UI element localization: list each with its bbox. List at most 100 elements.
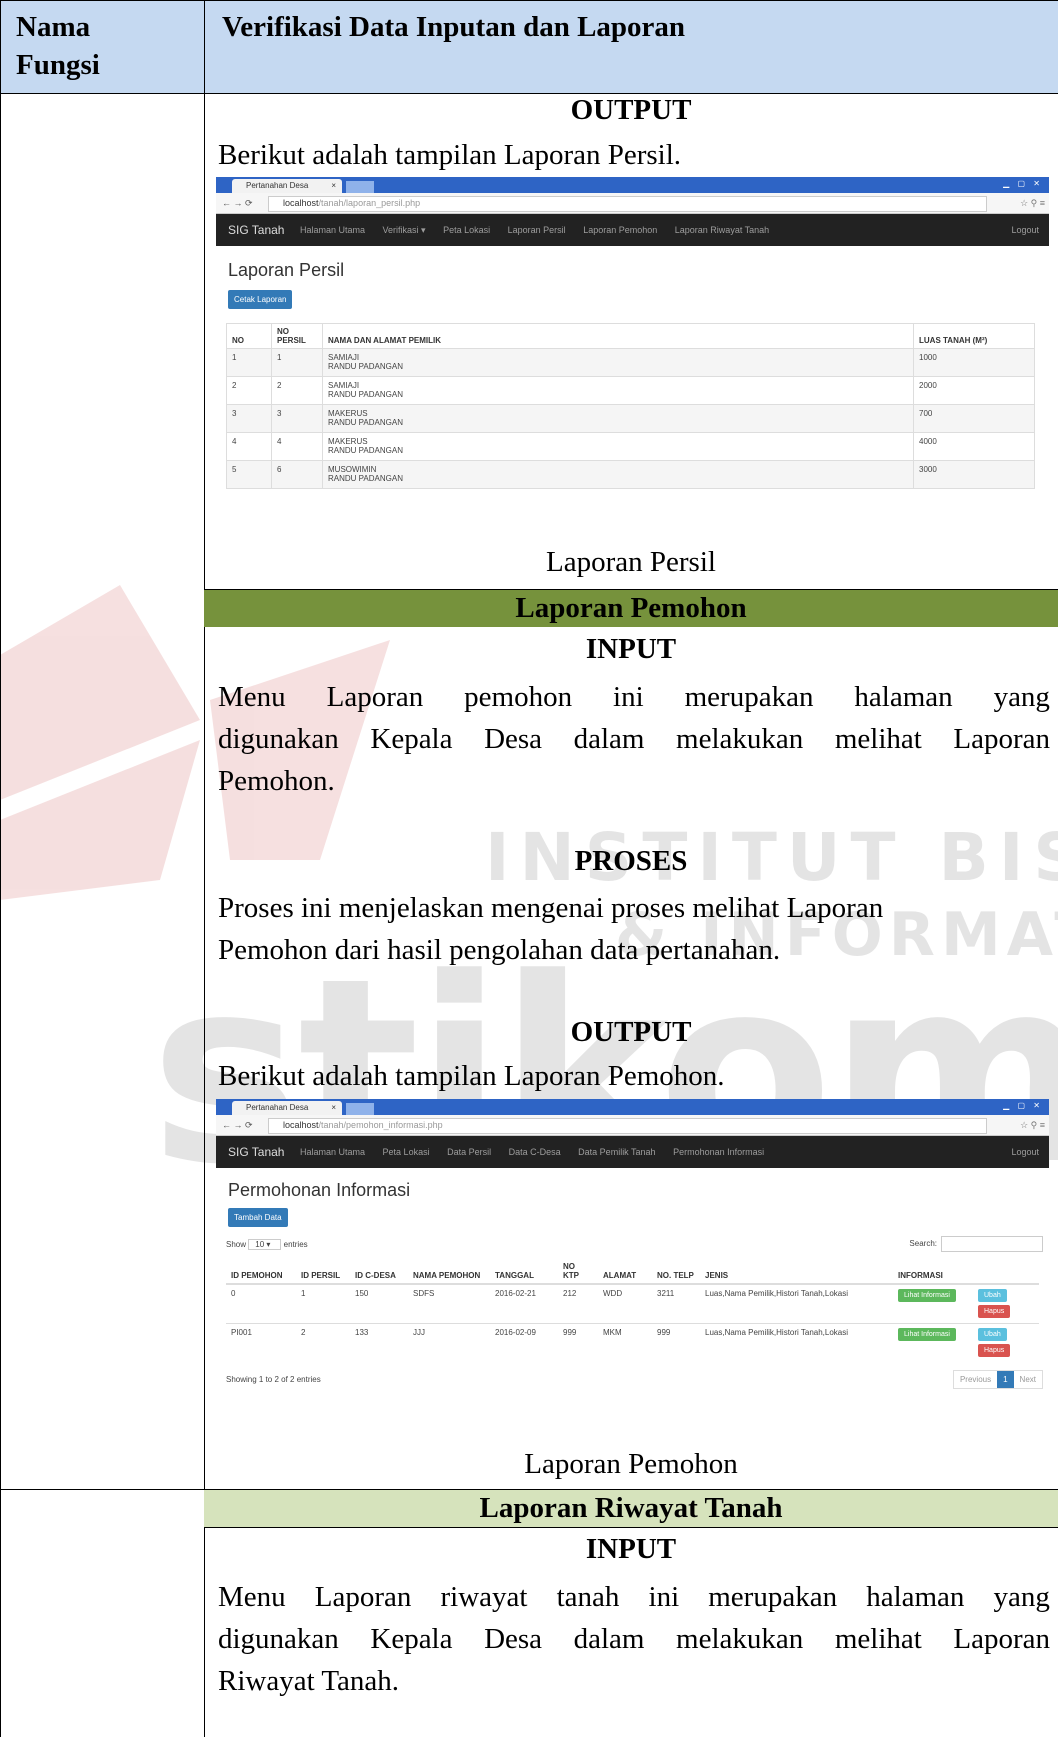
paragraph-line: Pemohon dari hasil pengolahan data perta…	[218, 934, 781, 966]
app-brand: SIG Tanah	[228, 1145, 285, 1159]
col-actions	[973, 1259, 1039, 1285]
tab-close-icon: ×	[331, 1103, 336, 1112]
word: riwayat	[440, 1581, 528, 1613]
col-no-ktp: NO KTP	[558, 1259, 598, 1285]
table-row: 5 6 MUSOWIMIN RANDU PADANGAN 3000	[226, 460, 1035, 489]
lihat-informasi-button: Lihat Informasi	[898, 1328, 956, 1341]
document-table: Nama Fungsi Verifikasi Data Inputan dan …	[0, 0, 1058, 1737]
browser-titlebar: Pertanahan Desa × ▁ ▢ ✕	[216, 177, 1049, 193]
table-row: 2 2 SAMIAJI RANDU PADANGAN 2000	[226, 376, 1035, 405]
header-nama-label: Nama Fungsi	[16, 8, 100, 84]
cell-luas: 2000	[913, 376, 1035, 405]
cell-telp: 999	[652, 1323, 700, 1362]
paragraph-line: Riwayat Tanah.	[218, 1665, 400, 1697]
nav-arrows-icon: ← → ⟳	[222, 198, 253, 208]
ubah-button: Ubah	[978, 1289, 1007, 1302]
word: Laporan	[314, 1581, 412, 1613]
app-navbar: SIG Tanah Halaman Utama Verifikasi ▾ Pet…	[216, 214, 1049, 246]
word: digunakan	[218, 1623, 339, 1655]
riwayat-input-paragraph: Menu Laporan riwayat tanah ini merupakan…	[218, 1576, 1050, 1702]
window-controls: ▁ ▢ ✕	[1003, 179, 1043, 188]
word: melihat	[834, 723, 922, 755]
cell-no: 4	[226, 432, 272, 461]
word: melakukan	[676, 723, 804, 755]
word: Desa	[484, 723, 543, 755]
nav-item-laporan-riwayat: Laporan Riwayat Tanah	[674, 225, 770, 235]
word: melihat	[834, 1623, 922, 1655]
cell-nama-alamat: MAKERUS RANDU PADANGAN	[322, 432, 914, 461]
browser-tab: Pertanahan Desa ×	[232, 179, 342, 193]
table-row: 1 1 SAMIAJI RANDU PADANGAN 1000	[226, 348, 1035, 377]
cell-cdesa: 150	[350, 1283, 408, 1324]
word: Kepala	[370, 723, 453, 755]
app-nav-items: Halaman Utama Peta Lokasi Data Persil Da…	[300, 1136, 779, 1168]
cell-alamat: RANDU PADANGAN	[328, 390, 403, 399]
cell-nama: MAKERUS	[328, 437, 368, 446]
entries-label: entries	[283, 1240, 308, 1249]
col-jenis: JENIS	[700, 1259, 893, 1285]
window-controls: ▁ ▢ ✕	[1003, 1101, 1043, 1110]
browser-tab: Pertanahan Desa ×	[232, 1101, 342, 1115]
word: halaman	[866, 1581, 965, 1613]
cell-informasi: Lihat Informasi	[893, 1283, 973, 1324]
word: Laporan	[953, 723, 1050, 755]
cell-tanggal: 2016-02-09	[490, 1323, 558, 1362]
table-row: 4 4 MAKERUS RANDU PADANGAN 4000	[226, 432, 1035, 461]
cell-no: 3	[226, 404, 272, 433]
entries-info: Showing 1 to 2 of 2 entries	[226, 1375, 321, 1384]
cell-nama: JJJ	[408, 1323, 490, 1362]
app-nav-items: Halaman Utama Verifikasi ▾ Peta Lokasi L…	[300, 214, 784, 246]
col-tanggal: TANGGAL	[490, 1259, 558, 1285]
persil-output-intro: Berikut adalah tampilan Laporan Persil.	[218, 139, 682, 171]
col-id-c-desa: ID C-DESA	[350, 1259, 408, 1285]
browser-addressbar: ← → ⟳ localhost/tanah/pemohon_informasi.…	[216, 1115, 1049, 1136]
persil-table-header: NO NO PERSIL NAMA DAN ALAMAT PEMILIK LUA…	[226, 323, 1035, 349]
word: merupakan	[684, 681, 814, 713]
paragraph-line: digunakan Kepala Desa dalam melakukan me…	[218, 718, 1050, 760]
table-border-top	[0, 0, 1058, 1]
cell-jenis: Luas,Nama Pemilik,Histori Tanah,Lokasi	[700, 1283, 893, 1324]
word: ini	[648, 1581, 680, 1613]
cell-alamat: RANDU PADANGAN	[328, 446, 403, 455]
url-field: localhost/tanah/laporan_persil.php	[268, 196, 987, 212]
nav-item-halaman-utama: Halaman Utama	[300, 1147, 366, 1157]
col-no-telp: NO. TELP	[652, 1259, 700, 1285]
show-entries: Show 10 ▾ entries	[226, 1239, 308, 1250]
cell-luas: 4000	[913, 432, 1035, 461]
search-input	[941, 1236, 1043, 1252]
col-no-persil: NO PERSIL	[271, 323, 323, 349]
pemohon-input-heading: INPUT	[585, 633, 677, 665]
hapus-button: Hapus	[978, 1305, 1011, 1318]
browser-tab-title: Pertanahan Desa	[246, 181, 309, 190]
persil-table: NO NO PERSIL NAMA DAN ALAMAT PEMILIK LUA…	[226, 323, 1035, 489]
cell-nama: SAMIAJI	[328, 381, 360, 390]
cell-persil: 2	[296, 1323, 350, 1362]
word: pemohon	[464, 681, 573, 713]
paragraph-line: Proses ini menjelaskan mengenai proses m…	[218, 892, 884, 924]
word: merupakan	[708, 1581, 838, 1613]
cell-id: PI001	[226, 1323, 296, 1362]
cell-cdesa: 133	[350, 1323, 408, 1362]
cell-persil: 2	[271, 376, 323, 405]
table-border-left	[0, 0, 1, 1737]
cell-nama-alamat: MAKERUS RANDU PADANGAN	[322, 404, 914, 433]
browser-tools-icon: ☆ ⚲ ≡	[1020, 198, 1045, 208]
ubah-button: Ubah	[978, 1328, 1007, 1341]
word: yang	[993, 1581, 1050, 1613]
new-tab-button	[346, 1103, 374, 1115]
cell-informasi: Lihat Informasi	[893, 1323, 973, 1362]
word: dalam	[573, 1623, 645, 1655]
nav-item-laporan-pemohon: Laporan Pemohon	[583, 225, 658, 235]
pemohon-table-header: ID PEMOHON ID PERSIL ID C-DESA NAMA PEMO…	[226, 1259, 1039, 1285]
cell-no: 1	[226, 348, 272, 377]
col-alamat: ALAMAT	[598, 1259, 652, 1285]
cell-nama-alamat: SAMIAJI RANDU PADANGAN	[322, 348, 914, 377]
cetak-laporan-button: Cetak Laporan	[228, 290, 293, 309]
header-nama-line1: Nama	[16, 11, 91, 43]
app-navbar: SIG Tanah Halaman Utama Peta Lokasi Data…	[216, 1136, 1049, 1168]
table-controls: Show 10 ▾ entries Search:	[216, 1235, 1049, 1253]
table-row: PI001 2 133 JJJ 2016-02-09 999 MKM 999 L…	[226, 1323, 1039, 1362]
cell-persil: 1	[296, 1283, 350, 1324]
url-host: localhost	[283, 198, 319, 208]
riwayat-section-title: Laporan Riwayat Tanah	[479, 1492, 783, 1524]
